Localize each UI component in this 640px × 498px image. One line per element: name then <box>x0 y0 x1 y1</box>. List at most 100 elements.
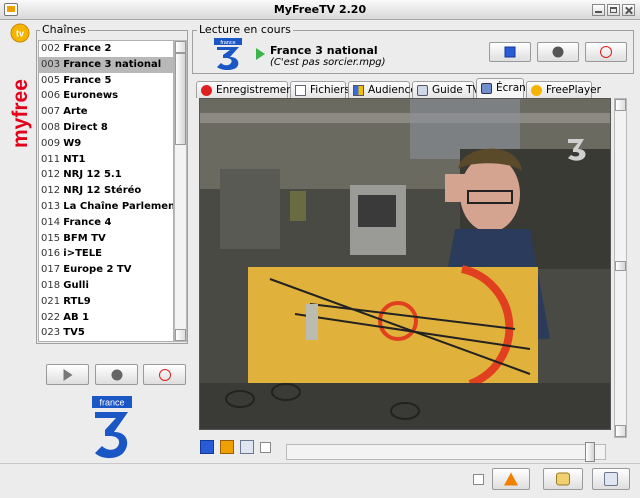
now-playing-file: (C'est pas sorcier.mpg) <box>270 57 386 68</box>
option-checkbox[interactable] <box>260 442 271 453</box>
channel-item[interactable]: 008 Direct 8 <box>39 120 173 136</box>
channel-item[interactable]: 021 RTL9 <box>39 294 173 310</box>
video-frame <box>200 99 610 429</box>
scroll-down-arrow[interactable] <box>175 329 186 341</box>
channel-name: AB 1 <box>63 311 90 323</box>
channel-number: 009 <box>41 137 61 149</box>
record-button[interactable] <box>95 364 138 385</box>
channel-name: NRJ 12 Stéréo <box>63 185 142 197</box>
channel-name: France 5 <box>63 74 112 86</box>
schedule-tool-button[interactable] <box>543 468 583 490</box>
tab-freeplayer[interactable]: FreePlayer <box>526 81 601 98</box>
title-bar: MyFreeTV 2.20 <box>0 0 640 20</box>
vlc-button[interactable] <box>492 468 530 490</box>
video-screen[interactable] <box>199 98 611 430</box>
channel-item[interactable]: 012 NRJ 12 5.1 <box>39 167 173 183</box>
play-button[interactable] <box>46 364 89 385</box>
channel-name: Europe 2 TV <box>63 264 132 276</box>
scroll-thumb[interactable] <box>175 53 186 145</box>
help-icon <box>604 472 618 486</box>
position-slider[interactable] <box>286 442 606 462</box>
channel-name: France 2 <box>63 43 112 54</box>
record-now-button[interactable] <box>537 42 579 62</box>
channel-number: 014 <box>41 216 61 228</box>
channel-name: TV5 <box>63 327 85 339</box>
france3-logo: france <box>92 396 132 459</box>
channel-number: 007 <box>41 106 61 118</box>
now-playing-channel: France 3 national <box>270 44 378 57</box>
france3-logo-text: france <box>99 398 124 408</box>
channel-number: 012 <box>41 169 61 181</box>
channel-item[interactable]: 016 i>TELE <box>39 246 173 262</box>
clock-icon <box>556 472 570 486</box>
now-playing-group-label: Lecture en cours <box>197 23 293 36</box>
channel-name: NT1 <box>63 153 86 165</box>
pause-icon[interactable] <box>220 440 234 454</box>
tab-label: FreePlayer <box>546 84 601 96</box>
volume-thumb[interactable] <box>615 261 626 271</box>
myfreetv-logo: tv myfree <box>9 23 32 148</box>
channel-item[interactable]: 007 Arte <box>39 104 173 120</box>
channel-item[interactable]: 006 Euronews <box>39 88 173 104</box>
channel-item[interactable]: 022 AB 1 <box>39 310 173 326</box>
channel-name: W9 <box>63 137 82 149</box>
channel-item[interactable]: 023 TV5 <box>39 325 173 341</box>
timer-icon <box>158 368 171 381</box>
channel-item[interactable]: 018 Gulli <box>39 278 173 294</box>
channel-name: Gulli <box>63 279 89 291</box>
channel-item[interactable]: 013 La Chaîne Parlementaire <box>39 199 173 215</box>
tab-ecran[interactable]: Écran <box>476 78 526 99</box>
scroll-down-arrow[interactable] <box>615 425 626 437</box>
channel-item[interactable]: 003 France 3 national <box>39 56 173 73</box>
window-title: MyFreeTV 2.20 <box>273 3 367 16</box>
channels-group-label: Chaînes <box>40 23 88 36</box>
channel-item[interactable]: 015 BFM TV <box>39 231 173 247</box>
record-icon <box>111 369 122 380</box>
refresh-icon[interactable] <box>240 440 254 454</box>
tab-label: Fichiers <box>310 84 350 96</box>
slider-thumb[interactable] <box>585 442 595 462</box>
channel-number: 002 <box>41 43 61 54</box>
stop-icon <box>504 46 516 58</box>
channel-name: Euronews <box>63 90 119 102</box>
help-button[interactable] <box>592 468 630 490</box>
playing-indicator-icon <box>256 48 265 60</box>
channel-number: 016 <box>41 248 61 260</box>
channel-item[interactable]: 002 France 2 <box>39 41 173 57</box>
scroll-up-arrow[interactable] <box>615 99 626 111</box>
minimize-button[interactable] <box>592 4 605 16</box>
timer-icon <box>600 46 612 58</box>
channel-item[interactable]: 005 France 5 <box>39 73 173 89</box>
channel-item[interactable]: 009 W9 <box>39 136 173 152</box>
scroll-up-arrow[interactable] <box>175 41 186 53</box>
tab-enregistrements[interactable]: Enregistrements <box>196 81 302 98</box>
channel-list-scrollbar[interactable] <box>174 40 187 342</box>
tab-label: Écran <box>496 82 526 94</box>
tab-label: Audience <box>368 84 417 96</box>
channel-name: i>TELE <box>63 248 102 260</box>
channel-number: 015 <box>41 232 61 244</box>
screen-mode-icon[interactable] <box>200 440 214 454</box>
channel-list[interactable]: 002 France 2 003 France 3 national 005 Fra… <box>38 40 174 342</box>
channel-item[interactable]: 017 Europe 2 TV <box>39 262 173 278</box>
volume-scrollbar[interactable] <box>614 98 627 438</box>
channel-item[interactable]: 011 NT1 <box>39 152 173 168</box>
tab-audience[interactable]: Audience <box>348 81 417 98</box>
channel-name: France 3 national <box>63 58 162 70</box>
files-icon <box>295 85 306 96</box>
channel-number: 008 <box>41 121 61 133</box>
channel-number: 011 <box>41 153 61 165</box>
status-checkbox[interactable] <box>473 474 484 485</box>
channel-item[interactable]: 012 NRJ 12 Stéréo <box>39 183 173 199</box>
channel-item[interactable]: 024 France ô <box>39 341 173 342</box>
schedule-now-button[interactable] <box>585 42 627 62</box>
close-button[interactable] <box>622 4 635 16</box>
record-icon <box>552 46 564 58</box>
schedule-button[interactable] <box>143 364 186 385</box>
channel-item[interactable]: 014 France 4 <box>39 215 173 231</box>
france3-small-logo-text: france <box>220 40 235 46</box>
tab-guide-tv[interactable]: Guide TV <box>412 81 480 98</box>
stop-button[interactable] <box>489 42 531 62</box>
maximize-button[interactable] <box>607 4 620 16</box>
tab-fichiers[interactable]: Fichiers <box>290 81 350 98</box>
